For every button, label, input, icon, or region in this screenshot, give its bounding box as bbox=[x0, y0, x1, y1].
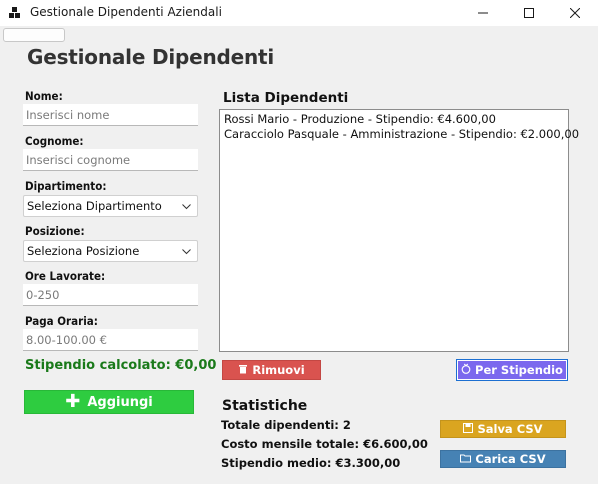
plus-icon: ✚ bbox=[65, 391, 81, 412]
nome-label: Nome: bbox=[25, 89, 63, 103]
remove-button[interactable]: Rimuovi bbox=[222, 360, 321, 380]
trash-icon bbox=[238, 363, 248, 377]
floppy-disk-icon bbox=[463, 422, 474, 436]
add-button-label: Aggiungi bbox=[87, 394, 153, 410]
maximize-icon bbox=[524, 8, 534, 18]
chevron-down-icon bbox=[182, 249, 191, 255]
nome-input[interactable]: Inserisci nome bbox=[23, 104, 198, 126]
minimize-button[interactable] bbox=[460, 0, 506, 26]
load-csv-button[interactable]: Carica CSV bbox=[440, 450, 566, 468]
maximize-button[interactable] bbox=[506, 0, 552, 26]
list-item[interactable]: Caracciolo Pasquale - Amministrazione - … bbox=[224, 127, 579, 142]
folder-icon bbox=[460, 452, 472, 466]
cognome-input[interactable]: Inserisci cognome bbox=[23, 149, 198, 171]
sort-by-salary-button[interactable]: Per Stipendio bbox=[456, 359, 568, 381]
remove-button-label: Rimuovi bbox=[252, 363, 305, 377]
dipartimento-selected: Seleziona Dipartimento bbox=[27, 199, 162, 213]
dipartimento-select[interactable]: Seleziona Dipartimento bbox=[23, 195, 198, 217]
paga-label: Paga Oraria: bbox=[25, 314, 98, 328]
costo-mensile: Costo mensile totale: €6.600,00 bbox=[221, 437, 428, 451]
add-button[interactable]: ✚ Aggiungi bbox=[24, 390, 194, 414]
money-bag-icon bbox=[461, 363, 471, 377]
save-csv-button[interactable]: Salva CSV bbox=[440, 420, 566, 438]
load-csv-label: Carica CSV bbox=[475, 452, 546, 466]
stipendio-medio: Stipendio medio: €3.300,00 bbox=[221, 456, 401, 470]
ore-input[interactable]: 0-250 bbox=[23, 284, 198, 306]
toolbar-stub[interactable] bbox=[3, 28, 65, 42]
cognome-label: Cognome: bbox=[25, 134, 84, 148]
employee-list[interactable]: Rossi Mario - Produzione - Stipendio: €4… bbox=[219, 109, 579, 352]
totale-dipendenti: Totale dipendenti: 2 bbox=[221, 418, 351, 432]
paga-input[interactable]: 8.00-100.00 € bbox=[23, 329, 198, 351]
posizione-select[interactable]: Seleziona Posizione bbox=[23, 240, 198, 262]
list-title: Lista Dipendenti bbox=[223, 90, 349, 106]
stipendio-calcolato: Stipendio calcolato: €0,00 bbox=[25, 358, 217, 373]
page-title: Gestionale Dipendenti bbox=[27, 45, 275, 69]
save-csv-label: Salva CSV bbox=[477, 422, 543, 436]
posizione-label: Posizione: bbox=[25, 224, 85, 238]
chevron-down-icon bbox=[182, 204, 191, 210]
sort-button-label: Per Stipendio bbox=[475, 363, 563, 377]
title-bar: Gestionale Dipendenti Aziendali bbox=[0, 0, 598, 26]
posizione-selected: Seleziona Posizione bbox=[27, 244, 140, 258]
close-icon bbox=[570, 8, 580, 18]
close-button[interactable] bbox=[552, 0, 598, 26]
dipartimento-label: Dipartimento: bbox=[25, 179, 107, 193]
minimize-icon bbox=[478, 12, 488, 14]
stats-title: Statistiche bbox=[222, 398, 308, 414]
app-grid-icon bbox=[9, 7, 21, 19]
window-title: Gestionale Dipendenti Aziendali bbox=[30, 5, 222, 19]
ore-label: Ore Lavorate: bbox=[25, 269, 106, 283]
list-item[interactable]: Rossi Mario - Produzione - Stipendio: €4… bbox=[224, 112, 564, 127]
